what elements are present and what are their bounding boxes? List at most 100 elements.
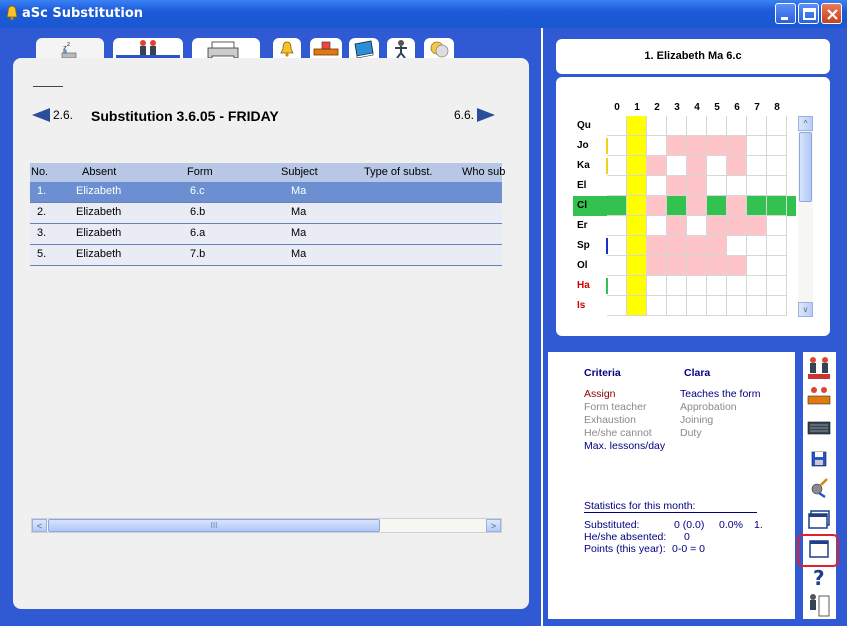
scroll-down-button[interactable]: v: [798, 302, 813, 317]
availability-cell[interactable]: [747, 276, 767, 296]
availability-cell[interactable]: [667, 136, 687, 156]
availability-cell[interactable]: [767, 296, 787, 316]
availability-cell[interactable]: [627, 276, 647, 296]
availability-cell[interactable]: [607, 216, 627, 236]
availability-cell[interactable]: [607, 196, 627, 216]
availability-cell[interactable]: [607, 236, 627, 256]
availability-cell[interactable]: [647, 276, 667, 296]
availability-cell[interactable]: [687, 196, 707, 216]
availability-cell[interactable]: [727, 196, 747, 216]
availability-cell[interactable]: [607, 296, 627, 316]
availability-cell[interactable]: [707, 216, 727, 236]
availability-cell[interactable]: [607, 256, 627, 276]
availability-cell[interactable]: [727, 116, 747, 136]
availability-cell[interactable]: [667, 276, 687, 296]
availability-cell[interactable]: [767, 216, 787, 236]
availability-cell[interactable]: [647, 256, 667, 276]
tab-subjects[interactable]: [349, 38, 379, 60]
column-header[interactable]: Subject: [281, 166, 318, 178]
availability-cell[interactable]: [747, 236, 767, 256]
availability-cell[interactable]: [767, 196, 787, 216]
table-row[interactable]: 2. Elizabeth 6.b Ma: [30, 203, 502, 224]
scroll-right-button[interactable]: >: [486, 519, 501, 532]
scroll-up-button[interactable]: ^: [798, 116, 813, 131]
availability-cell[interactable]: [687, 236, 707, 256]
settings-icon[interactable]: [805, 475, 833, 503]
availability-cell[interactable]: [707, 116, 727, 136]
availability-cell[interactable]: [767, 176, 787, 196]
availability-cell[interactable]: [607, 276, 627, 296]
availability-cell[interactable]: [667, 236, 687, 256]
availability-cell[interactable]: [607, 176, 627, 196]
availability-cell[interactable]: [667, 216, 687, 236]
column-header[interactable]: Who sub: [462, 166, 505, 178]
availability-cell[interactable]: [647, 216, 667, 236]
availability-cell[interactable]: [647, 116, 667, 136]
availability-cell[interactable]: [627, 216, 647, 236]
availability-cell[interactable]: [727, 156, 747, 176]
scroll-thumb[interactable]: III: [48, 519, 380, 532]
availability-cell[interactable]: [747, 156, 767, 176]
availability-cell[interactable]: [627, 256, 647, 276]
availability-cell[interactable]: [687, 276, 707, 296]
availability-cell[interactable]: [627, 176, 647, 196]
availability-cell[interactable]: [727, 256, 747, 276]
close-button[interactable]: [821, 3, 842, 24]
availability-cell[interactable]: [747, 256, 767, 276]
horizontal-scrollbar[interactable]: < III >: [31, 518, 502, 533]
column-header[interactable]: No.: [31, 166, 48, 178]
availability-cell[interactable]: [647, 156, 667, 176]
teacher-label[interactable]: Qu: [577, 120, 591, 131]
availability-cell[interactable]: [747, 296, 767, 316]
availability-cell[interactable]: [667, 296, 687, 316]
availability-cell[interactable]: [627, 196, 647, 216]
availability-cell[interactable]: [667, 196, 687, 216]
save-icon[interactable]: [805, 445, 833, 473]
availability-cell[interactable]: [707, 196, 727, 216]
availability-cell[interactable]: [727, 276, 747, 296]
availability-cell[interactable]: [667, 256, 687, 276]
availability-cell[interactable]: [687, 116, 707, 136]
availability-cell[interactable]: [767, 276, 787, 296]
availability-cell[interactable]: [767, 136, 787, 156]
availability-cell[interactable]: [727, 296, 747, 316]
availability-cell[interactable]: [707, 136, 727, 156]
tab-print[interactable]: [192, 38, 260, 63]
tab-classroom[interactable]: [310, 38, 342, 60]
scroll-left-button[interactable]: <: [32, 519, 47, 532]
availability-cell[interactable]: [627, 296, 647, 316]
scroll-thumb-vertical[interactable]: [799, 132, 812, 202]
availability-cell[interactable]: [767, 156, 787, 176]
availability-cell[interactable]: [687, 216, 707, 236]
availability-cell[interactable]: [667, 176, 687, 196]
help-icon[interactable]: ?: [805, 564, 833, 592]
availability-cell[interactable]: [607, 156, 627, 176]
teacher-label[interactable]: Cl: [577, 200, 587, 211]
column-header[interactable]: Absent: [82, 166, 116, 178]
teacher-label[interactable]: Jo: [577, 140, 589, 151]
availability-cell[interactable]: [667, 156, 687, 176]
teachers-group-icon[interactable]: [805, 355, 833, 383]
minimize-button[interactable]: [775, 3, 796, 24]
teacher-label[interactable]: Er: [577, 220, 588, 231]
availability-cell[interactable]: [707, 256, 727, 276]
availability-cell[interactable]: [647, 136, 667, 156]
availability-cell[interactable]: [627, 136, 647, 156]
availability-cell[interactable]: [747, 216, 767, 236]
table-row[interactable]: 3. Elizabeth 6.a Ma: [30, 224, 502, 245]
availability-cell[interactable]: [687, 156, 707, 176]
availability-cell[interactable]: [767, 236, 787, 256]
column-header[interactable]: Form: [187, 166, 213, 178]
availability-cell[interactable]: [727, 176, 747, 196]
prev-day-button[interactable]: 2.6.: [32, 108, 73, 122]
availability-cell[interactable]: [627, 116, 647, 136]
availability-cell[interactable]: [687, 256, 707, 276]
availability-cell[interactable]: [767, 116, 787, 136]
maximize-button[interactable]: [798, 3, 819, 24]
availability-cell[interactable]: [727, 216, 747, 236]
tab-person[interactable]: [387, 38, 415, 60]
teacher-label[interactable]: Sp: [577, 240, 590, 251]
teacher-label[interactable]: Is: [577, 300, 585, 311]
availability-cell[interactable]: [627, 156, 647, 176]
tab-bell[interactable]: [273, 38, 301, 60]
